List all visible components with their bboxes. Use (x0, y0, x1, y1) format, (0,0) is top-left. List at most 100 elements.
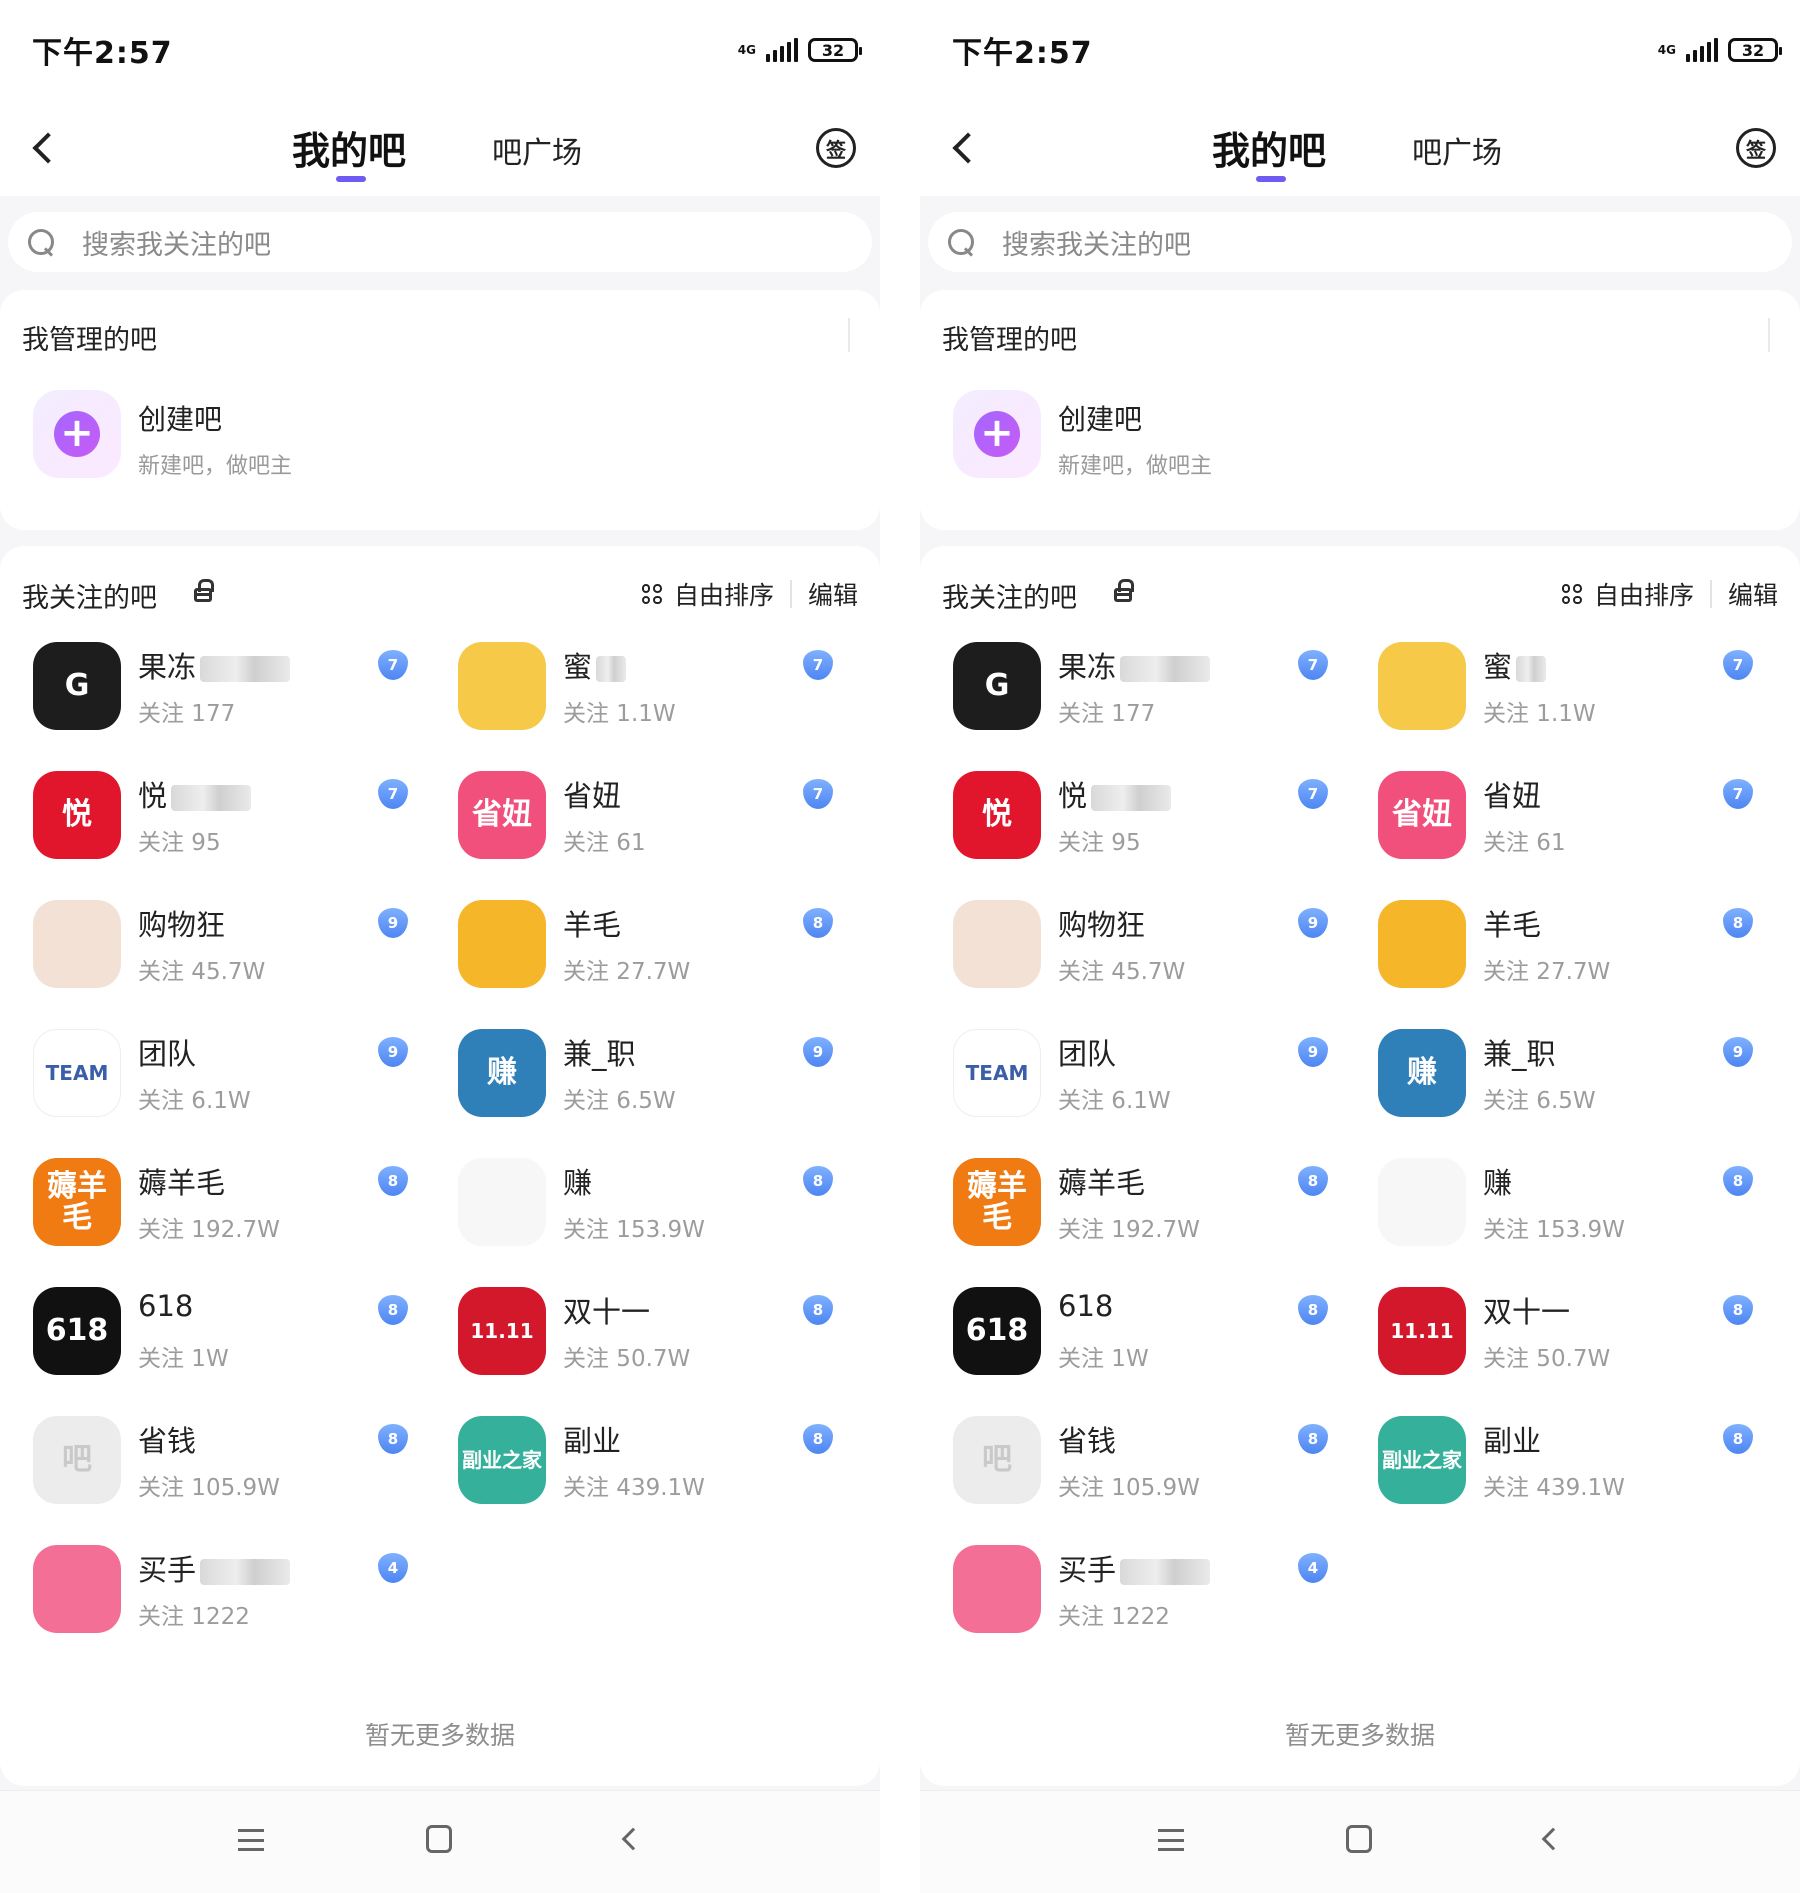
forum-item[interactable]: 副业之家 副业 关注 439.1W 8 (425, 1416, 845, 1544)
create-forum-button[interactable]: + (33, 390, 121, 478)
forum-item[interactable]: 赚关注 153.9W 8 (425, 1158, 845, 1286)
forum-item[interactable]: 赚关注 153.9W 8 (1345, 1158, 1765, 1286)
forum-item[interactable]: TEAM 团队 关注 6.1W 9 (0, 1029, 420, 1157)
forum-name: 副业 (563, 1418, 621, 1460)
forum-item[interactable]: 副业之家 副业 关注 439.1W 8 (1345, 1416, 1765, 1544)
forum-item[interactable]: 悦悦关注 95 7 (0, 771, 420, 899)
create-forum-title[interactable]: 创建吧 (138, 398, 222, 438)
forum-item[interactable]: 蜜关注 1.1W 7 (425, 642, 845, 770)
forum-item[interactable]: 省妞 省妞 关注 61 7 (1345, 771, 1765, 899)
forum-name: 省钱 (138, 1418, 196, 1460)
forum-name: 羊毛 (1483, 902, 1541, 944)
forum-item[interactable]: 悦悦关注 95 7 (920, 771, 1340, 899)
forum-name: 悦 (1058, 773, 1172, 815)
forum-avatar (33, 900, 121, 988)
tab-forum-square[interactable]: 吧广场 (492, 128, 582, 172)
forum-follow-count: 关注 45.7W (138, 959, 266, 985)
forum-item[interactable]: 11.11 双十一 关注 50.7W 8 (1345, 1287, 1765, 1415)
forum-name: 团队 (1058, 1031, 1116, 1073)
level-badge: 7 (378, 650, 408, 680)
forum-item[interactable]: 买手 关注 1222 4 (920, 1545, 1340, 1673)
forum-item[interactable]: 蜜关注 1.1W 7 (1345, 642, 1765, 770)
level-badge: 8 (803, 908, 833, 938)
level-badge: 9 (378, 1037, 408, 1067)
forum-avatar: TEAM (33, 1029, 121, 1117)
forum-item[interactable]: 羊毛 关注 27.7W 8 (1345, 900, 1765, 1028)
level-badge: 7 (378, 779, 408, 809)
forum-follow-count: 关注 1W (1058, 1346, 1149, 1372)
managed-forums-card: 我管理的吧 + 创建吧 新建吧，做吧主 (920, 290, 1800, 530)
forum-follow-count: 关注 50.7W (1483, 1346, 1611, 1372)
forum-follow-count: 关注 153.9W (563, 1217, 705, 1243)
lock-icon[interactable] (194, 579, 214, 602)
forum-follow-count: 关注 95 (1058, 830, 1141, 856)
free-sort-button[interactable]: 自由排序 (1594, 576, 1694, 612)
forum-item[interactable]: 羊毛 关注 27.7W 8 (425, 900, 845, 1028)
search-input[interactable]: 搜索我关注的吧 (8, 212, 872, 272)
home-icon[interactable] (1346, 1825, 1372, 1853)
tab-indicator (1256, 176, 1286, 182)
forum-item[interactable]: 购物狂 关注 45.7W 9 (920, 900, 1340, 1028)
level-badge: 7 (1723, 650, 1753, 680)
no-more-data: 暂无更多数据 (364, 1721, 515, 1750)
forum-follow-count: 关注 61 (1483, 830, 1566, 856)
forum-follow-count: 关注 105.9W (1058, 1475, 1200, 1501)
forum-item[interactable]: 买手 关注 1222 4 (0, 1545, 420, 1673)
tab-my-forums[interactable]: 我的吧 (292, 120, 406, 175)
status-icons: 4G 32 (738, 38, 862, 62)
redacted-mask (1120, 1559, 1211, 1585)
forum-follow-count: 关注 1222 (138, 1604, 250, 1630)
forum-avatar: 赚 (458, 1029, 546, 1117)
back-icon[interactable] (950, 128, 980, 168)
tab-my-forums[interactable]: 我的吧 (1212, 120, 1326, 175)
forum-item[interactable]: 赚兼_职 关注 6.5W 9 (425, 1029, 845, 1157)
level-badge: 9 (1298, 908, 1328, 938)
forum-item[interactable]: 618 618 关注 1W 8 (0, 1287, 420, 1415)
forum-item[interactable]: 省妞 省妞 关注 61 7 (425, 771, 845, 899)
free-sort-button[interactable]: 自由排序 (674, 576, 774, 612)
create-forum-subtitle: 新建吧，做吧主 (1058, 454, 1213, 479)
followed-forums-card: 我关注的吧 自由排序 编辑 G 果冻 关注 177 7 蜜关注 1.1W 7 悦悦关注 95… (0, 546, 880, 1786)
forum-item[interactable]: 吧省钱 关注 105.9W 8 (920, 1416, 1340, 1544)
edit-button[interactable]: 编辑 (1728, 576, 1778, 612)
status-bar: 下午2:57 4G 32 (920, 0, 1800, 100)
followed-title: 我关注的吧 (22, 583, 157, 614)
back-icon[interactable] (30, 128, 60, 168)
forum-item[interactable]: 薅羊毛 薅羊毛 关注 192.7W 8 (0, 1158, 420, 1286)
forum-avatar: 副业之家 (1378, 1416, 1466, 1504)
search-input[interactable]: 搜索我关注的吧 (928, 212, 1792, 272)
create-forum-title[interactable]: 创建吧 (1058, 398, 1142, 438)
create-forum-button[interactable]: + (953, 390, 1041, 478)
forum-item[interactable]: 薅羊毛 薅羊毛 关注 192.7W 8 (920, 1158, 1340, 1286)
forum-item[interactable]: TEAM 团队 关注 6.1W 9 (920, 1029, 1340, 1157)
system-back-icon[interactable] (621, 1827, 645, 1851)
forum-name: 618 (1058, 1289, 1113, 1323)
forum-item[interactable]: G 果冻 关注 177 7 (0, 642, 420, 770)
system-back-icon[interactable] (1541, 1827, 1565, 1851)
menu-icon[interactable] (238, 1829, 264, 1851)
forum-item[interactable]: 购物狂 关注 45.7W 9 (0, 900, 420, 1028)
menu-icon[interactable] (1158, 1829, 1184, 1851)
tab-forum-square[interactable]: 吧广场 (1412, 128, 1502, 172)
forum-item[interactable]: 11.11 双十一 关注 50.7W 8 (425, 1287, 845, 1415)
lock-icon[interactable] (1114, 579, 1134, 602)
forum-item[interactable]: 618 618 关注 1W 8 (920, 1287, 1340, 1415)
forum-avatar: 618 (33, 1287, 121, 1375)
forum-avatar (458, 900, 546, 988)
forum-name: 兼_职 (563, 1031, 636, 1073)
redacted-mask (171, 785, 252, 811)
forum-follow-count: 关注 439.1W (563, 1475, 705, 1501)
home-icon[interactable] (426, 1825, 452, 1853)
sign-in-icon[interactable]: 签 (1736, 128, 1776, 168)
sign-in-icon[interactable]: 签 (816, 128, 856, 168)
forum-item[interactable]: 赚兼_职 关注 6.5W 9 (1345, 1029, 1765, 1157)
edit-button[interactable]: 编辑 (808, 576, 858, 612)
forum-avatar: TEAM (953, 1029, 1041, 1117)
forum-item[interactable]: 吧省钱 关注 105.9W 8 (0, 1416, 420, 1544)
tab-indicator (336, 176, 366, 182)
level-badge: 9 (1723, 1037, 1753, 1067)
level-badge: 7 (803, 650, 833, 680)
forum-name: 兼_职 (1483, 1031, 1556, 1073)
forum-name-text: 省妞 (563, 779, 622, 813)
forum-item[interactable]: G 果冻 关注 177 7 (920, 642, 1340, 770)
